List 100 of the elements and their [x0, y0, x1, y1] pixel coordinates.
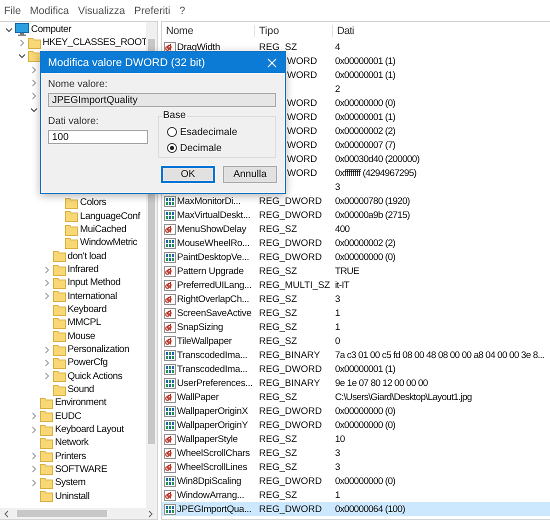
- value-type: WORD: [287, 168, 318, 178]
- radio-button[interactable]: [167, 143, 177, 153]
- value-data: 0x00000001 (1): [335, 56, 396, 66]
- table-row[interactable]: Win8DpiScaling REG_DWORD 0x00000000 (0): [162, 474, 550, 488]
- cancel-button[interactable]: Annulla: [223, 166, 277, 183]
- tree-item[interactable]: Network: [55, 437, 88, 448]
- value-name-field[interactable]: JPEGImportQuality: [48, 93, 276, 107]
- table-row[interactable]: UserPreferences... REG_BINARY 9e 1e 07 80 12 00 00 00: [162, 376, 550, 390]
- table-row[interactable]: WindowArrang... REG_SZ 1: [162, 488, 550, 502]
- tree-item[interactable]: International: [68, 290, 117, 302]
- tree-item[interactable]: Quick Actions: [68, 370, 122, 382]
- tree-item[interactable]: Keyboard Layout: [55, 424, 124, 435]
- scroll-right-icon[interactable]: [146, 510, 154, 518]
- expand-chevron-icon[interactable]: [42, 266, 50, 274]
- table-row[interactable]: SnapSizing REG_SZ 1: [162, 320, 550, 334]
- table-row[interactable]: MouseWheelRo... REG_DWORD 0x00000002 (2): [162, 236, 550, 250]
- tree-item[interactable]: MuiCached: [80, 224, 126, 236]
- expand-chevron-icon[interactable]: [30, 66, 38, 74]
- scroll-left-icon[interactable]: [3, 510, 11, 518]
- tree-item[interactable]: LanguageConf: [80, 210, 140, 222]
- tree-item[interactable]: System: [55, 477, 86, 488]
- expand-chevron-icon[interactable]: [18, 38, 26, 47]
- value-name: WindowArrang...: [177, 490, 244, 500]
- value-data: 3: [335, 448, 340, 458]
- tree-item[interactable]: Colors: [80, 197, 106, 208]
- value-data: 0: [335, 336, 340, 346]
- radio-label[interactable]: Esadecimale: [180, 126, 238, 138]
- value-data: 0x00000000 (0): [335, 98, 396, 108]
- expand-chevron-icon[interactable]: [42, 358, 50, 367]
- tree-item[interactable]: Infrared: [68, 264, 98, 276]
- table-row[interactable]: MaxVirtualDeskt... REG_DWORD 0x00000a9b (2715): [162, 208, 550, 222]
- table-row[interactable]: WallpaperOriginY REG_DWORD 0x00000000 (0): [162, 418, 550, 432]
- collapse-chevron-icon[interactable]: [30, 106, 38, 114]
- table-row[interactable]: JPEGImportQua... REG_DWORD 0x00000064 (100): [162, 502, 550, 516]
- table-row[interactable]: MaxMonitorDi... REG_DWORD 0x00000780 (1920): [162, 194, 550, 208]
- value-name: WallPaper: [177, 392, 219, 402]
- collapse-chevron-icon[interactable]: [5, 26, 13, 34]
- table-row[interactable]: WallpaperStyle REG_SZ 10: [162, 432, 550, 446]
- value-type: REG_SZ: [259, 434, 298, 444]
- tree-item[interactable]: Printers: [55, 450, 86, 462]
- string-value-icon: [164, 224, 176, 234]
- expand-chevron-icon[interactable]: [42, 292, 50, 300]
- expand-chevron-icon[interactable]: [30, 465, 38, 474]
- table-row[interactable]: WheelScrollLines REG_SZ 3: [162, 460, 550, 474]
- table-row[interactable]: WallpaperOriginX REG_DWORD 0x00000000 (0): [162, 404, 550, 418]
- menu-item[interactable]: Visualizza: [78, 4, 126, 16]
- value-name: MenuShowDelay: [177, 224, 246, 234]
- menu-item[interactable]: Modifica: [30, 4, 70, 16]
- tree-item[interactable]: Keyboard: [68, 304, 107, 316]
- table-row[interactable]: RightOverlapCh... REG_SZ 3: [162, 292, 550, 306]
- tree-item[interactable]: MMCPL: [68, 317, 101, 328]
- table-row[interactable]: MenuShowDelay REG_SZ 400: [162, 222, 550, 236]
- table-row[interactable]: TranscodedIma... REG_BINARY 7a c3 01 00 c5 fd 08 00 48 08 00 00 a8 04 00 00 3e 8...: [162, 348, 550, 362]
- expand-chevron-icon[interactable]: [30, 478, 38, 487]
- column-header[interactable]: Dati: [332, 25, 550, 37]
- string-value-icon: [164, 490, 176, 500]
- table-row[interactable]: WheelScrollChars REG_SZ 3: [162, 446, 550, 460]
- menu-item[interactable]: File: [4, 4, 21, 16]
- tree-item[interactable]: don't load: [68, 250, 106, 262]
- menu-item[interactable]: ?: [179, 4, 186, 16]
- tree-item[interactable]: Sound: [68, 384, 94, 396]
- horizontal-scrollbar[interactable]: [0, 508, 157, 519]
- expand-chevron-icon[interactable]: [30, 92, 38, 100]
- expand-chevron-icon[interactable]: [30, 426, 38, 434]
- folder-icon: [28, 36, 40, 49]
- tree-item[interactable]: HKEY_CLASSES_ROOT: [42, 37, 148, 48]
- radio-label[interactable]: Decimale: [180, 142, 222, 154]
- tree-item[interactable]: Mouse: [68, 330, 96, 342]
- tree-item[interactable]: Personalization: [68, 344, 130, 356]
- expand-chevron-icon[interactable]: [42, 346, 50, 354]
- column-header[interactable]: Nome: [162, 25, 254, 37]
- expand-chevron-icon[interactable]: [30, 412, 38, 420]
- tree-item[interactable]: WindowMetric: [80, 237, 138, 248]
- tree-item[interactable]: Environment: [55, 397, 106, 408]
- tree-item[interactable]: Input Method: [68, 277, 120, 288]
- radio-button[interactable]: [167, 127, 177, 137]
- expand-chevron-icon[interactable]: [30, 452, 38, 460]
- table-row[interactable]: TranscodedIma... REG_DWORD 0x00000001 (1): [162, 362, 550, 376]
- expand-chevron-icon[interactable]: [42, 372, 50, 380]
- table-row[interactable]: PreferredUILang... REG_MULTI_SZ it-IT: [162, 278, 550, 292]
- collapse-chevron-icon[interactable]: [18, 52, 26, 60]
- table-row[interactable]: Pattern Upgrade REG_SZ TRUE: [162, 264, 550, 278]
- tree-item[interactable]: PowerCfg: [68, 357, 108, 368]
- tree-item[interactable]: SOFTWARE: [55, 464, 108, 475]
- expand-chevron-icon[interactable]: [30, 78, 38, 87]
- close-icon[interactable]: [267, 58, 277, 68]
- tree-item[interactable]: Uninstall: [55, 490, 90, 502]
- column-header[interactable]: Tipo: [254, 25, 332, 37]
- tree-item[interactable]: Computer: [31, 24, 72, 36]
- binary-value-icon: [164, 252, 176, 262]
- table-row[interactable]: PaintDesktopVe... REG_DWORD 0x00000000 (0): [162, 250, 550, 264]
- table-row[interactable]: ScreenSaveActive REG_SZ 1: [162, 306, 550, 320]
- table-row[interactable]: WallPaper REG_SZ C:\Users\Giard\Desktop\Layout1.jpg: [162, 390, 550, 404]
- value-data-field[interactable]: 100: [48, 130, 148, 144]
- menu-item[interactable]: Preferiti: [134, 4, 170, 16]
- binary-value-icon: [164, 406, 176, 416]
- table-row[interactable]: TileWallpaper REG_SZ 0: [162, 334, 550, 348]
- ok-button[interactable]: OK: [161, 166, 215, 183]
- expand-chevron-icon[interactable]: [42, 278, 50, 287]
- tree-item[interactable]: EUDC: [55, 410, 82, 422]
